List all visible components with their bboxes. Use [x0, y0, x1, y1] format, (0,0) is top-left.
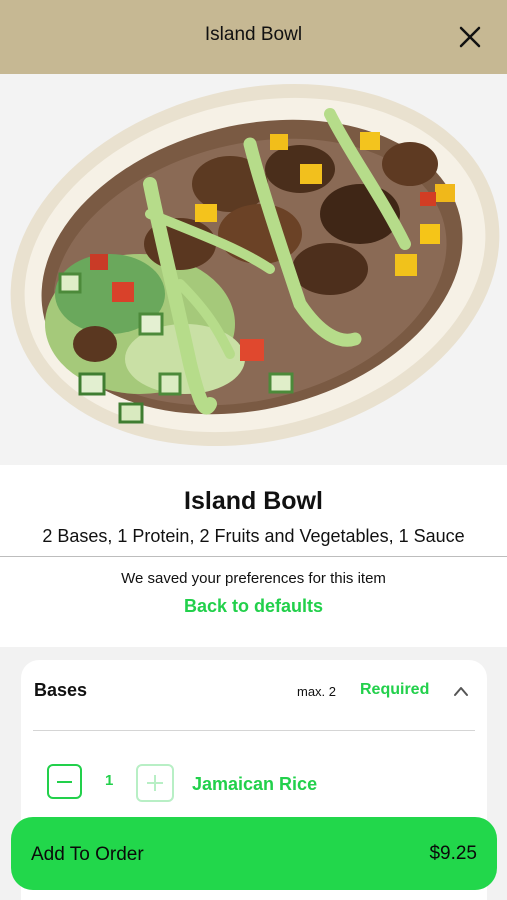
close-button[interactable] [455, 22, 485, 52]
section-title: Bases [34, 680, 88, 700]
option-label: Jamaican Rice [192, 774, 318, 794]
decrease-quantity-button[interactable] [47, 764, 82, 799]
chevron-up-icon [454, 687, 468, 696]
option-quantity: 1 [105, 772, 114, 789]
header-title: Island Bowl [204, 24, 303, 45]
header-bar: Island Bowl [0, 0, 507, 74]
order-price: $9.25 [429, 843, 477, 864]
increase-quantity-button[interactable] [136, 764, 174, 802]
max-selection-label: max. 2 [297, 684, 337, 699]
add-to-order-button[interactable]: Add To Order $9.25 [11, 817, 497, 890]
item-detail-screen: Island Bowl Island Bowl 2 Bases, 1 Prote… [0, 0, 507, 900]
island-bowl-photo [0, 74, 507, 465]
back-to-defaults-link[interactable]: Back to defaults [0, 596, 507, 617]
item-name: Island Bowl [184, 487, 323, 515]
section-divider [33, 730, 475, 731]
option-row-jamaican-rice: 1 Jamaican Rice [21, 764, 487, 804]
close-icon [459, 26, 481, 48]
preferences-area: We saved your preferences for this item … [0, 557, 507, 647]
item-info: Island Bowl 2 Bases, 1 Protein, 2 Fruits… [0, 465, 507, 556]
add-to-order-label: Add To Order [31, 844, 144, 865]
collapse-toggle[interactable] [453, 684, 469, 696]
required-badge: Required [360, 681, 430, 698]
item-description: 2 Bases, 1 Protein, 2 Fruits and Vegetab… [42, 526, 465, 546]
saved-preferences-note: We saved your preferences for this item [121, 570, 386, 587]
